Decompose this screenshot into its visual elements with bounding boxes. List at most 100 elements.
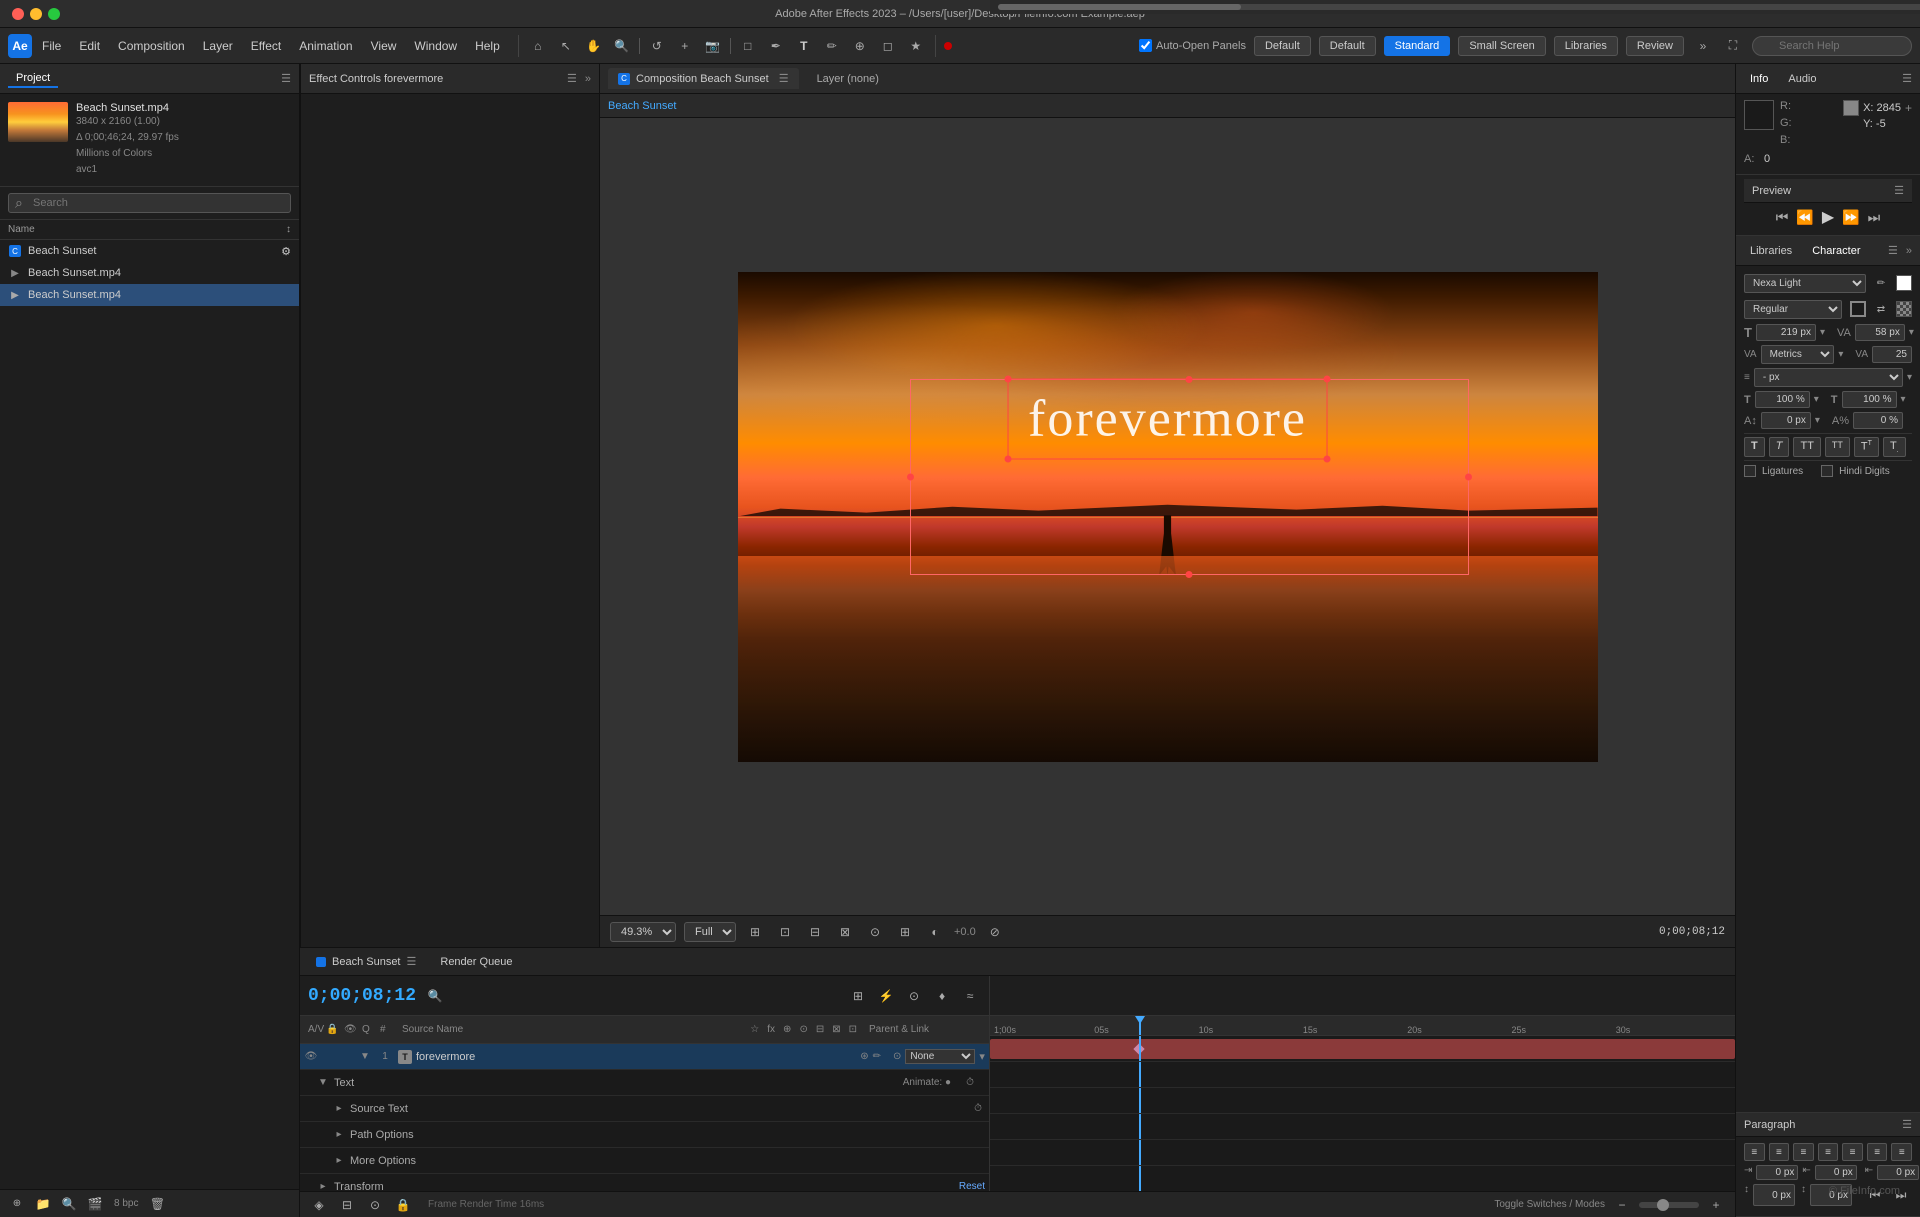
checker-swatch[interactable] [1896, 301, 1912, 317]
parent-dropdown-chevron[interactable]: ▾ [979, 1050, 985, 1063]
path-expand[interactable]: ▸ [332, 1128, 346, 1142]
character-tab[interactable]: Character [1806, 243, 1866, 259]
baseline-input[interactable] [1761, 412, 1811, 429]
workspace-learn[interactable]: Default [1319, 36, 1376, 56]
list-item[interactable]: ▶ Beach Sunset.mp4 [0, 262, 299, 284]
timeline-zoom-slider[interactable] [1639, 1202, 1699, 1208]
comp-tab-menu[interactable]: ☰ [779, 72, 789, 85]
folder-icon[interactable]: 📁 [32, 1193, 54, 1215]
workspace-libraries[interactable]: Libraries [1554, 36, 1618, 56]
layer-eye[interactable]: 👁 [304, 1050, 318, 1064]
workspace-default[interactable]: Default [1254, 36, 1311, 56]
libraries-tab[interactable]: Libraries [1744, 243, 1798, 259]
transform-expand[interactable]: ▸ [316, 1180, 330, 1192]
timeline-add-marker[interactable]: ◈ [308, 1194, 330, 1216]
selection-handle-bottom-left[interactable] [1004, 455, 1011, 462]
selection-handle-bottom-middle[interactable] [1186, 571, 1193, 578]
prop-stopwatch[interactable]: ⏱ [955, 1076, 985, 1090]
color-correct-icon[interactable]: ◐ [924, 921, 946, 943]
justify-left[interactable]: ≡ [1818, 1143, 1839, 1161]
style-select[interactable]: Regular [1744, 300, 1842, 319]
camera-tool[interactable]: 📷 [702, 35, 724, 57]
skip-to-start-btn[interactable]: ⏮ [1776, 209, 1789, 226]
property-row[interactable]: ▸ Path Options [300, 1122, 989, 1148]
workspace-small-screen[interactable]: Small Screen [1458, 36, 1545, 56]
add-coords[interactable]: + [1905, 101, 1912, 115]
transparency-icon[interactable]: ⊡ [774, 921, 796, 943]
selection-handle-middle-left[interactable] [907, 474, 914, 481]
char-panel-expand[interactable]: » [1906, 245, 1912, 257]
zoom-select[interactable]: 49.3% [610, 922, 676, 942]
font-size-input[interactable] [1756, 324, 1816, 341]
edit-font-icon[interactable]: ✏ [1870, 272, 1892, 294]
play-pause-btn[interactable]: ▶ [1822, 207, 1834, 227]
align-left[interactable]: ≡ [1744, 1143, 1765, 1161]
timeline-timecode[interactable]: 0;00;08;12 [308, 986, 416, 1006]
scale-h-input[interactable] [1755, 391, 1810, 408]
indent-right-2-input[interactable] [1877, 1165, 1919, 1180]
menu-composition[interactable]: Composition [110, 35, 193, 57]
timeline-comp-tab[interactable]: Beach Sunset ☰ [308, 953, 424, 970]
swap-colors[interactable]: ⇄ [1870, 298, 1892, 320]
comp-mini-flowchart[interactable]: ⊞ [847, 985, 869, 1007]
property-row[interactable]: ▸ Source Text ⏱ [300, 1096, 989, 1122]
layer-lock[interactable] [340, 1050, 354, 1064]
more-workspaces[interactable]: » [1692, 35, 1714, 57]
prop-expand[interactable]: ▼ [316, 1076, 330, 1090]
menu-animation[interactable]: Animation [291, 35, 360, 57]
effect-controls-menu[interactable]: ☰ [567, 72, 577, 85]
text-overlay[interactable]: forevermore [1007, 378, 1328, 459]
indent-left-input[interactable] [1756, 1165, 1798, 1180]
va-input[interactable] [1872, 346, 1912, 363]
trash-icon[interactable]: 🗑 [146, 1193, 168, 1215]
layer-solo[interactable] [322, 1050, 336, 1064]
zoom-thumb[interactable] [1657, 1199, 1669, 1211]
effect-controls-expand[interactable]: » [585, 73, 591, 85]
align-icon[interactable]: ⊛ [860, 1051, 868, 1062]
reset-transform-1[interactable]: Reset [959, 1181, 985, 1191]
property-row[interactable]: ▸ Transform Reset [300, 1174, 989, 1191]
parent-link[interactable]: ⊙ None ▾ [885, 1049, 985, 1064]
toggle-switches-modes[interactable]: Toggle Switches / Modes [1494, 1199, 1605, 1210]
style-small-caps[interactable]: TT [1825, 437, 1850, 457]
menu-edit[interactable]: Edit [71, 35, 108, 57]
stroke-color[interactable] [1850, 301, 1866, 317]
align-right[interactable]: ≡ [1793, 1143, 1814, 1161]
prev-frame-btn[interactable]: ⏪ [1796, 209, 1813, 226]
reset-exposure-icon[interactable]: ⊘ [984, 921, 1006, 943]
menu-view[interactable]: View [363, 35, 405, 57]
minimize-button[interactable] [30, 8, 42, 20]
pen-icon[interactable]: ✏ [873, 1051, 881, 1062]
sort-icon[interactable]: ↕ [286, 224, 291, 235]
list-item[interactable]: C Beach Sunset ⚙ [0, 240, 299, 262]
timeline-solo[interactable]: ⊙ [364, 1194, 386, 1216]
font-select[interactable]: Nexa Light [1744, 274, 1866, 293]
solo-toggle[interactable]: ⊙ [903, 985, 925, 1007]
style-sub[interactable]: T. [1883, 437, 1906, 457]
property-row[interactable]: ▸ More Options [300, 1148, 989, 1174]
style-super[interactable]: TT [1854, 437, 1879, 457]
info-panel-menu[interactable]: ☰ [1902, 72, 1912, 85]
resolution-select[interactable]: Full [684, 922, 736, 942]
position-tool[interactable]: + [674, 35, 696, 57]
space-before-input[interactable] [1753, 1184, 1795, 1206]
style-italic[interactable]: T [1769, 437, 1790, 457]
markers[interactable]: ♦ [931, 985, 953, 1007]
color-swatch-main[interactable] [1744, 100, 1774, 130]
project-menu-btn[interactable]: ☰ [281, 72, 291, 85]
more-expand[interactable]: ▸ [332, 1154, 346, 1168]
layer-tab[interactable]: Layer (none) [807, 69, 889, 89]
timeline-zoom-out[interactable]: − [1611, 1194, 1633, 1216]
clone-tool[interactable]: ⊕ [849, 35, 871, 57]
canvas-area[interactable]: forevermore [600, 118, 1735, 915]
layer-row[interactable]: 👁 ▼ 1 T forevermore ⊛ ✏ ⊙ [300, 1044, 989, 1070]
hand-tool[interactable]: ✋ [583, 35, 605, 57]
tracking-input[interactable] [1855, 324, 1905, 341]
list-item[interactable]: ▶ Beach Sunset.mp4 [0, 284, 299, 306]
hindi-digits-checkbox[interactable] [1821, 465, 1833, 477]
timecode-search[interactable]: 🔍 [424, 985, 446, 1007]
style-bold[interactable]: T [1744, 437, 1765, 457]
workspace-review[interactable]: Review [1626, 36, 1684, 56]
menu-help[interactable]: Help [467, 35, 508, 57]
ligatures-checkbox[interactable] [1744, 465, 1756, 477]
